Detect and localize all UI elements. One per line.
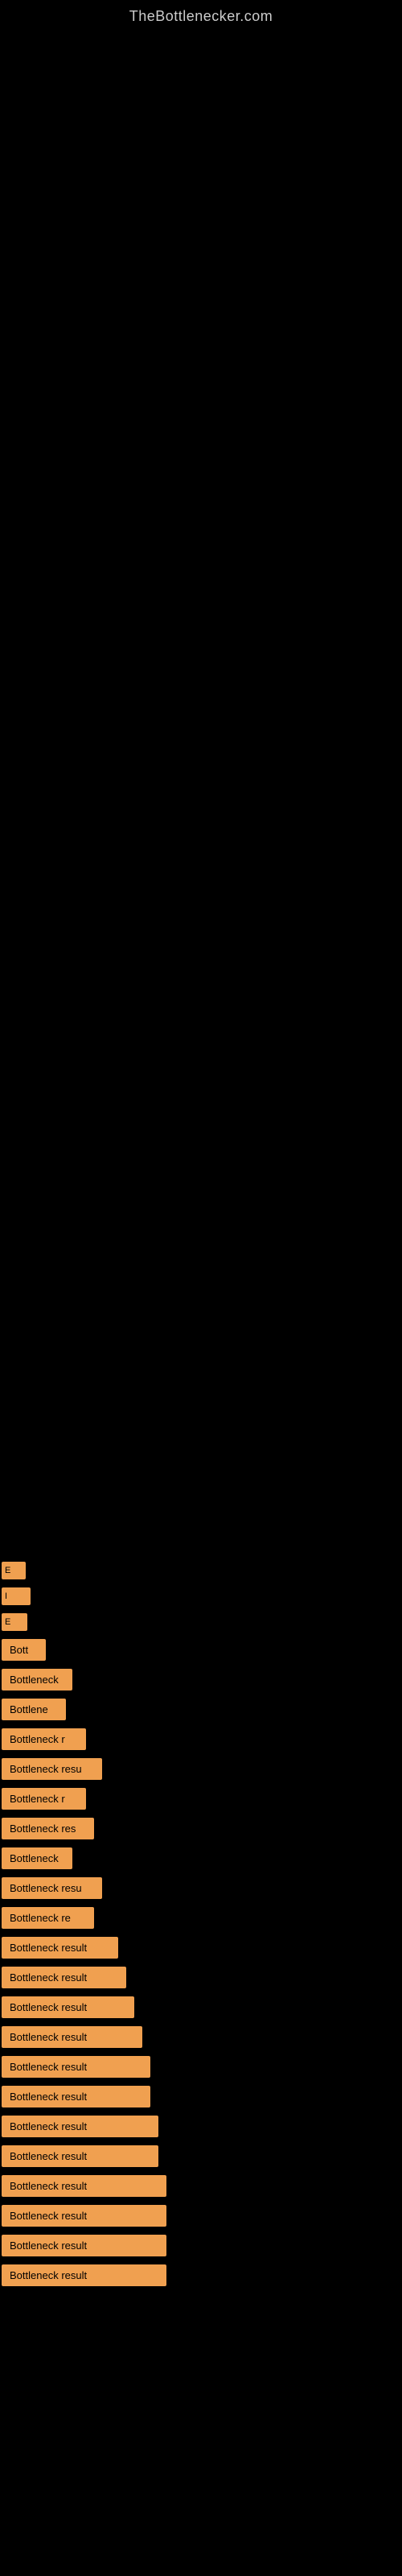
bottleneck-result-label: Bottleneck result bbox=[2, 2145, 158, 2167]
bottleneck-result-label: Bottleneck result bbox=[2, 2205, 166, 2227]
list-item: Bottleneck result bbox=[0, 2172, 402, 2200]
list-item: Bottleneck result bbox=[0, 2261, 402, 2289]
bottleneck-result-label: Bottleneck r bbox=[2, 1728, 86, 1750]
bottleneck-result-label: Bottleneck result bbox=[2, 2264, 166, 2286]
list-item: E bbox=[0, 1558, 402, 1583]
bottleneck-result-label: Bottleneck result bbox=[2, 1996, 134, 2018]
bottleneck-result-label: E bbox=[2, 1562, 26, 1579]
results-area: EIE Bott Bottleneck Bottlene Bottleneck r Bot… bbox=[0, 1558, 402, 2307]
list-item: Bottleneck r bbox=[0, 1785, 402, 1813]
bottleneck-result-label: Bottleneck result bbox=[2, 2235, 166, 2256]
list-item: Bottleneck result bbox=[0, 2202, 402, 2230]
list-item: E bbox=[0, 1610, 402, 1634]
list-item: Bottleneck resu bbox=[0, 1755, 402, 1783]
list-item: Bottleneck result bbox=[0, 1963, 402, 1992]
list-item: Bottleneck bbox=[0, 1844, 402, 1872]
list-item: Bottleneck result bbox=[0, 1993, 402, 2021]
bottleneck-result-label: Bottleneck result bbox=[2, 2116, 158, 2137]
bottleneck-result-label: Bottleneck bbox=[2, 1847, 72, 1869]
bottleneck-result-label: E bbox=[2, 1613, 27, 1631]
list-item: I bbox=[0, 1584, 402, 1608]
list-item: Bottlene bbox=[0, 1695, 402, 1724]
bottleneck-result-label: Bottleneck re bbox=[2, 1907, 94, 1929]
bottleneck-result-label: Bottleneck r bbox=[2, 1788, 86, 1810]
list-item: Bottleneck result bbox=[0, 2231, 402, 2260]
list-item: Bottleneck result bbox=[0, 1934, 402, 1962]
list-item: Bott bbox=[0, 1636, 402, 1664]
bottleneck-result-label: Bottleneck resu bbox=[2, 1758, 102, 1780]
list-item: Bottleneck result bbox=[0, 2112, 402, 2140]
bottleneck-result-label: Bottleneck result bbox=[2, 1937, 118, 1959]
bottleneck-result-label: Bottleneck result bbox=[2, 2026, 142, 2048]
site-title: TheBottlenecker.com bbox=[0, 0, 402, 29]
bottleneck-result-label: Bottlene bbox=[2, 1699, 66, 1720]
list-item: Bottleneck res bbox=[0, 1814, 402, 1843]
bottleneck-result-label: Bottleneck result bbox=[2, 2056, 150, 2078]
bottleneck-result-label: Bottleneck result bbox=[2, 2086, 150, 2107]
bottleneck-result-label: Bottleneck bbox=[2, 1669, 72, 1690]
chart-area bbox=[0, 29, 402, 1558]
list-item: Bottleneck resu bbox=[0, 1874, 402, 1902]
list-item: Bottleneck re bbox=[0, 1904, 402, 1932]
bottleneck-result-label: Bottleneck resu bbox=[2, 1877, 102, 1899]
list-item: Bottleneck result bbox=[0, 2023, 402, 2051]
list-item: Bottleneck result bbox=[0, 2053, 402, 2081]
bottleneck-result-label: I bbox=[2, 1587, 31, 1605]
list-item: Bottleneck result bbox=[0, 2083, 402, 2111]
list-item: Bottleneck result bbox=[0, 2142, 402, 2170]
bottleneck-result-label: Bottleneck result bbox=[2, 1967, 126, 1988]
list-item: Bottleneck r bbox=[0, 1725, 402, 1753]
bottleneck-result-label: Bottleneck result bbox=[2, 2175, 166, 2197]
bottleneck-result-label: Bott bbox=[2, 1639, 46, 1661]
bottleneck-result-label: Bottleneck res bbox=[2, 1818, 94, 1839]
list-item: Bottleneck bbox=[0, 1666, 402, 1694]
